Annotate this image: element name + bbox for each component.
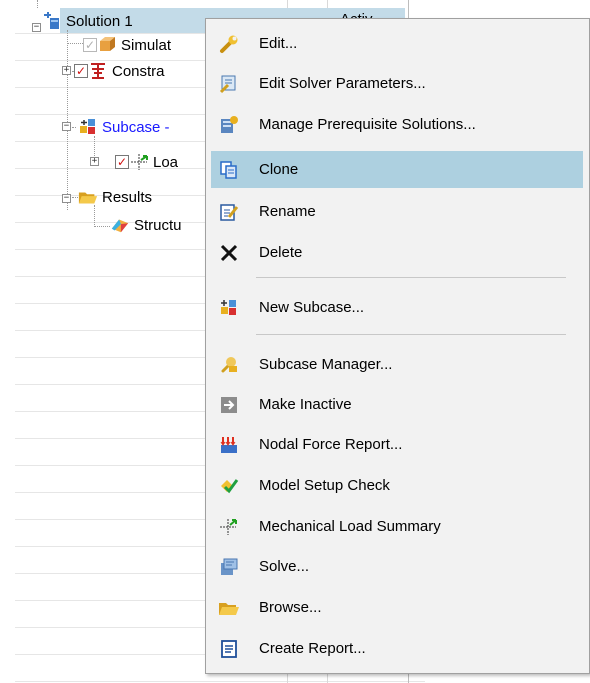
clone-icon <box>218 159 240 181</box>
constraint-icon <box>88 61 108 81</box>
context-menu: Edit... Edit Solver Parameters... Manage… <box>205 18 590 674</box>
subcase-icon <box>78 117 98 137</box>
menu-item-model-setup-check[interactable]: Model Setup Check <box>211 467 583 504</box>
tree-connector <box>72 127 76 128</box>
menu-item-manage-prerequisite-solutions[interactable]: Manage Prerequisite Solutions... <box>211 106 583 143</box>
tree-connector <box>67 43 83 44</box>
menu-separator <box>256 334 566 335</box>
menu-item-label: Edit Solver Parameters... <box>259 75 426 92</box>
menu-item-label: Rename <box>259 203 316 220</box>
menu-item-solve[interactable]: Solve... <box>211 548 583 585</box>
menu-item-browse[interactable]: Browse... <box>211 589 583 626</box>
results-folder-icon <box>78 187 98 207</box>
browse-folder-icon <box>218 597 240 619</box>
menu-item-label: Manage Prerequisite Solutions... <box>259 116 476 133</box>
model-check-icon <box>218 475 240 497</box>
make-inactive-icon <box>218 394 240 416</box>
tree-item-label: Solution 1 <box>66 12 133 30</box>
tree-item-subcase[interactable]: Subcase - <box>78 115 170 139</box>
menu-item-make-inactive[interactable]: Make Inactive <box>211 386 583 423</box>
collapse-toggle[interactable]: − <box>62 122 71 131</box>
menu-item-label: Delete <box>259 244 303 261</box>
menu-item-new-subcase[interactable]: New Subcase... <box>211 289 583 326</box>
tree-item-label: Results <box>102 188 153 206</box>
menu-item-edit[interactable]: Edit... <box>211 25 583 62</box>
simulation-object-icon <box>97 35 117 55</box>
tree-item-loads[interactable]: ✓ Loa <box>115 150 178 174</box>
menu-item-label: Make Inactive <box>259 396 352 413</box>
visibility-checkbox[interactable]: ✓ <box>83 38 97 52</box>
report-icon <box>218 638 240 660</box>
row-divider <box>15 681 425 682</box>
menu-item-edit-solver-parameters[interactable]: Edit Solver Parameters... <box>211 65 583 102</box>
tree-connector <box>94 226 110 227</box>
tree-item-constraints[interactable]: ✓ Constra <box>74 59 165 83</box>
menu-item-subcase-manager[interactable]: Subcase Manager... <box>211 346 583 383</box>
new-subcase-icon <box>218 297 240 319</box>
prerequisite-icon <box>218 114 240 136</box>
menu-item-label: Nodal Force Report... <box>259 436 403 453</box>
expand-toggle[interactable]: + <box>62 66 71 75</box>
menu-item-create-report[interactable]: Create Report... <box>211 630 583 667</box>
tree-item-results[interactable]: Results <box>78 185 152 209</box>
visibility-checkbox[interactable]: ✓ <box>115 155 129 169</box>
menu-item-delete[interactable]: Delete <box>211 234 583 271</box>
expand-toggle[interactable]: + <box>90 157 99 166</box>
solve-icon <box>218 556 240 578</box>
menu-item-clone[interactable]: Clone <box>211 151 583 188</box>
menu-separator <box>256 277 566 278</box>
menu-item-label: Edit... <box>259 35 298 52</box>
tree-item-label: Simulat <box>121 36 172 54</box>
collapse-toggle[interactable]: − <box>62 194 71 203</box>
menu-item-nodal-force-report[interactable]: Nodal Force Report... <box>211 426 583 463</box>
subcase-manager-icon <box>218 354 240 376</box>
tree-item-label: Loa <box>153 153 179 171</box>
menu-item-label: Create Report... <box>259 640 366 657</box>
menu-item-label: Subcase Manager... <box>259 356 393 373</box>
visibility-checkbox[interactable]: ✓ <box>74 64 88 78</box>
wrench-icon <box>218 33 240 55</box>
nodal-force-icon <box>218 434 240 456</box>
mechanical-load-icon <box>218 516 240 538</box>
tree-item-label: Constra <box>112 62 165 80</box>
menu-item-mechanical-load-summary[interactable]: Mechanical Load Summary <box>211 508 583 545</box>
menu-item-rename[interactable]: Rename <box>211 193 583 230</box>
solver-params-icon <box>218 73 240 95</box>
tree-item-solution[interactable]: Solution 1 <box>42 9 133 33</box>
load-icon <box>129 152 149 172</box>
tree-connector <box>37 0 38 8</box>
solution-icon <box>42 11 62 31</box>
collapse-toggle[interactable]: − <box>32 23 41 32</box>
tree-item-simulation[interactable]: ✓ Simulat <box>83 33 171 57</box>
tree-item-structural[interactable]: Structu <box>110 213 182 237</box>
tree-item-label: Structu <box>134 216 182 234</box>
delete-icon <box>218 242 240 264</box>
tree-connector <box>67 30 68 210</box>
tree-item-label: Subcase - <box>102 118 170 136</box>
menu-item-label: Browse... <box>259 599 322 616</box>
rename-icon <box>218 201 240 223</box>
menu-item-label: New Subcase... <box>259 299 365 316</box>
menu-item-label: Clone <box>259 161 299 178</box>
menu-item-label: Solve... <box>259 558 310 575</box>
menu-item-label: Model Setup Check <box>259 477 390 494</box>
menu-item-label: Mechanical Load Summary <box>259 518 441 535</box>
structural-result-icon <box>110 215 130 235</box>
